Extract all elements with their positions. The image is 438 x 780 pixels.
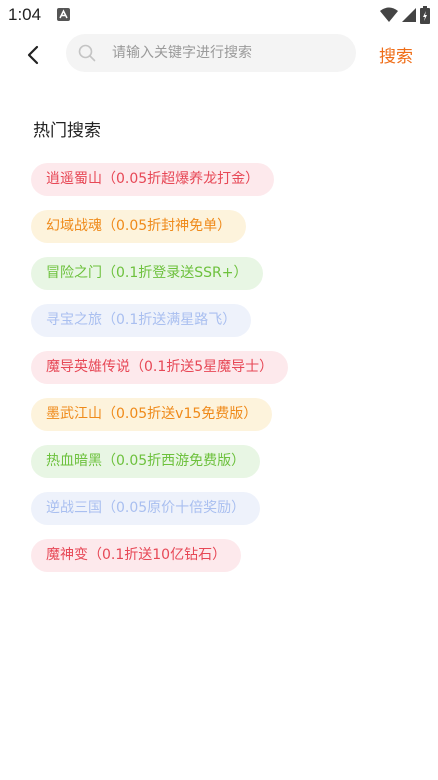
hot-search-tag[interactable]: 寻宝之旅（0.1折送满星路飞） [31,304,252,337]
search-icon [78,44,96,66]
signal-icon [402,7,416,27]
back-button[interactable] [18,40,48,70]
search-header: 搜索 [0,30,438,78]
search-box[interactable] [66,34,356,72]
hot-search-tag[interactable]: 魔导英雄传说（0.1折送5星魔导士） [31,351,289,384]
status-time: 1:04 [8,5,42,24]
status-bar: 1:04 [0,0,438,30]
hot-search-tag[interactable]: 冒险之门（0.1折登录送SSR+） [31,257,263,290]
search-button[interactable]: 搜索 [379,42,413,67]
hot-search-tag[interactable]: 魔神变（0.1折送10亿钻石） [31,539,242,572]
hot-search-tag[interactable]: 墨武江山（0.05折送v15免费版） [31,398,273,431]
hot-search-title: 热门搜索 [33,121,101,141]
hot-search-tags: 逍遥蜀山（0.05折超爆养龙打金） 幻域战魂（0.05折封神免单） 冒险之门（0… [31,163,411,586]
app-notification-icon [57,8,70,21]
hot-search-tag[interactable]: 热血暗黑（0.05折西游免费版） [31,445,261,478]
status-icons [380,6,430,28]
search-input[interactable] [112,34,342,72]
wifi-icon [380,7,398,27]
chevron-left-icon [27,45,39,65]
hot-search-tag[interactable]: 逆战三国（0.05原价十倍奖励） [31,492,261,525]
hot-search-tag[interactable]: 逍遥蜀山（0.05折超爆养龙打金） [31,163,275,196]
battery-charging-icon [420,6,430,28]
hot-search-tag[interactable]: 幻域战魂（0.05折封神免单） [31,210,247,243]
